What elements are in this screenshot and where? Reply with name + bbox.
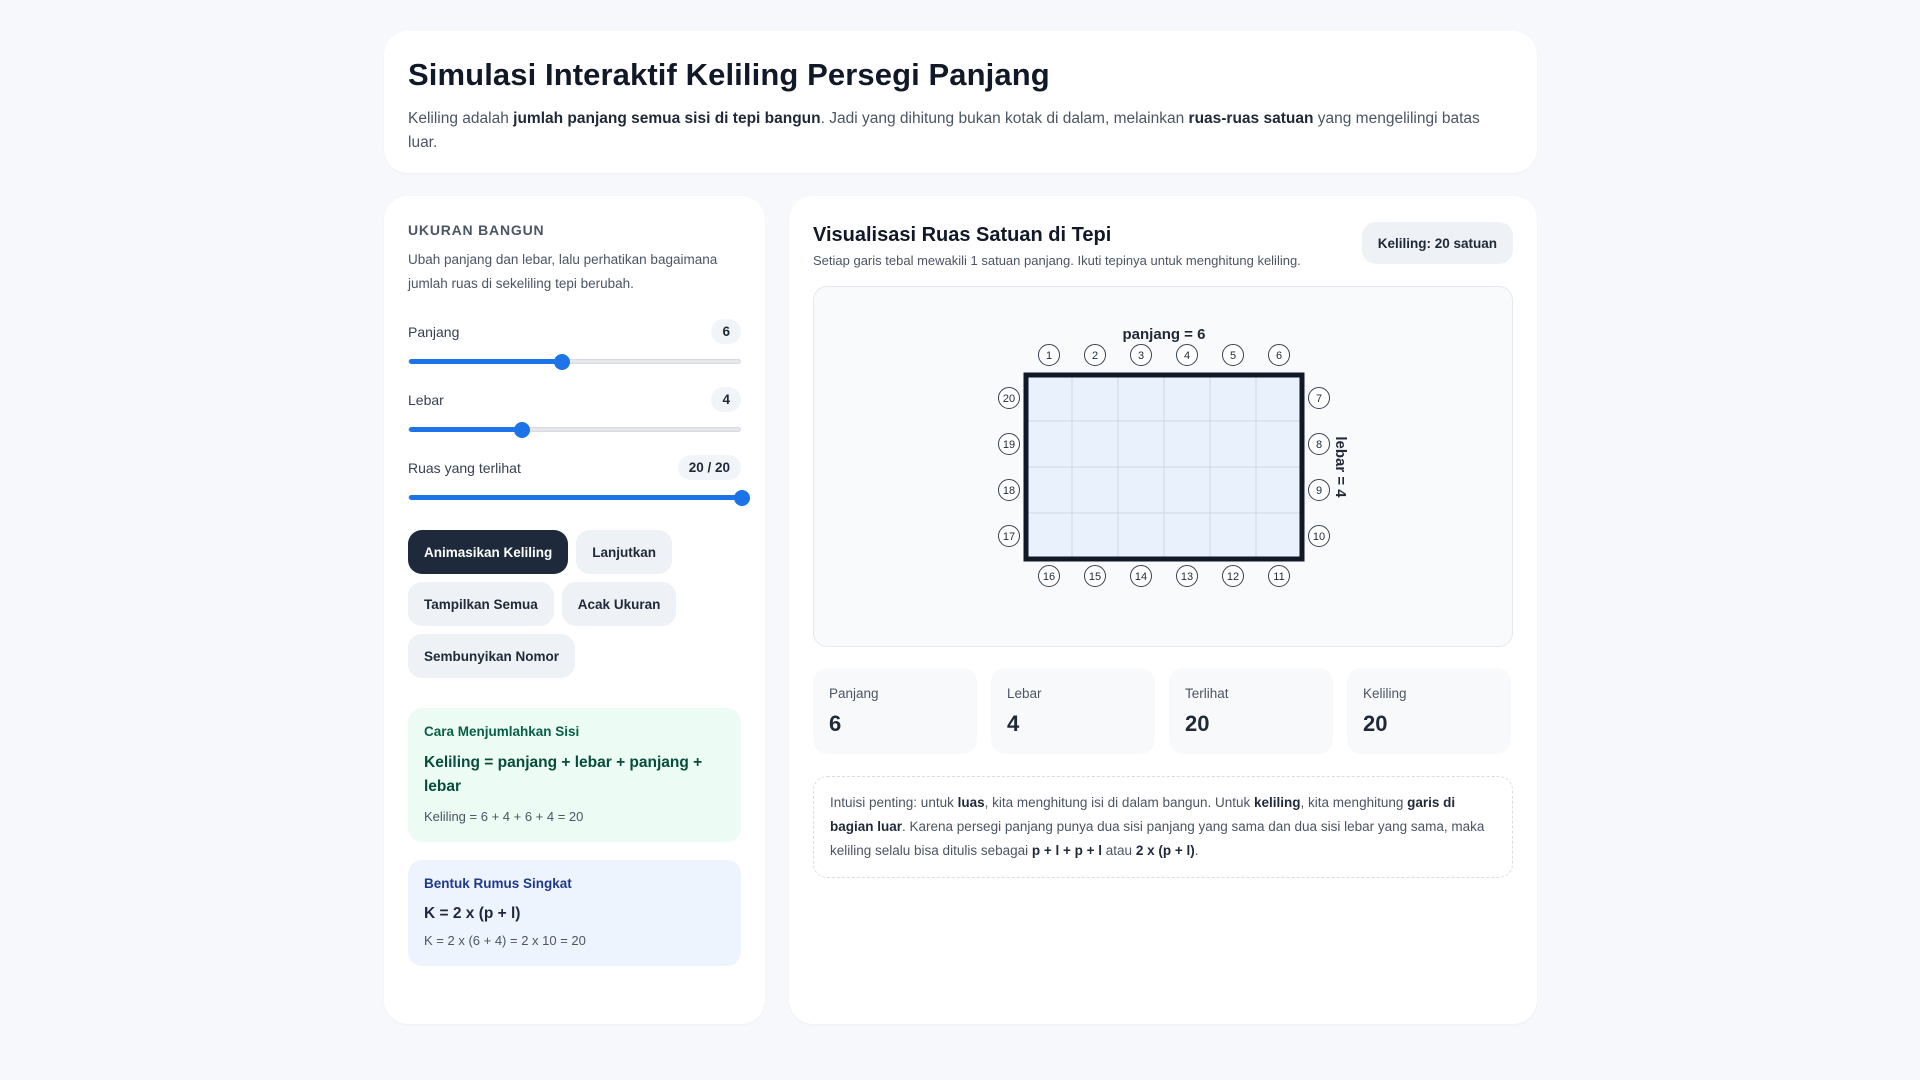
slider-panjang-value: 6	[711, 319, 741, 344]
segment-number: 16	[1043, 571, 1055, 583]
segment-number: 18	[1003, 485, 1015, 497]
slider-panjang: Panjang 6	[408, 318, 741, 370]
slider-lebar-fill	[409, 427, 523, 432]
stat-keliling: Keliling 20	[1347, 668, 1511, 754]
segment-number: 12	[1227, 571, 1239, 583]
slider-panjang-thumb[interactable]	[554, 354, 571, 370]
short-formula-calc: K = 2 x (6 + 4) = 2 x 10 = 20	[424, 933, 586, 948]
page-title: Simulasi Interaktif Keliling Persegi Pan…	[408, 57, 1050, 92]
segment-number: 20	[1003, 393, 1015, 405]
segment-number: 9	[1316, 485, 1322, 497]
segment-number: 3	[1138, 350, 1144, 362]
stat-terlihat: Terlihat 20	[1169, 668, 1333, 754]
segment-number: 17	[1003, 531, 1015, 543]
segment-number: 10	[1313, 531, 1325, 543]
slider-panjang-track[interactable]	[408, 354, 741, 370]
sum-sides-formula: Keliling = panjang + lebar + panjang + l…	[424, 754, 703, 795]
slider-ruas-fill	[409, 495, 742, 500]
slider-lebar-thumb[interactable]	[514, 422, 531, 438]
segment-number: 14	[1135, 571, 1147, 583]
segment-number: 6	[1276, 350, 1282, 362]
section-title: UKURAN BANGUN	[408, 222, 545, 238]
slider-ruas-track[interactable]	[408, 490, 750, 506]
slider-lebar-label: Lebar	[408, 391, 444, 408]
short-formula-box: Bentuk Rumus Singkat K = 2 x (p + l) K =…	[408, 860, 741, 966]
app-root: Simulasi Interaktif Keliling Persegi Pan…	[384, 31, 1537, 1024]
segment-number: 5	[1230, 350, 1236, 362]
animate-button[interactable]: Animasikan Keliling	[408, 530, 569, 574]
viz-subtitle: Setiap garis tebal mewakili 1 satuan pan…	[813, 253, 1301, 268]
random-size-button[interactable]: Acak Ukuran	[561, 582, 677, 626]
slider-lebar: Lebar 4	[408, 386, 741, 438]
section-description: Ubah panjang dan lebar, lalu perhatikan …	[408, 252, 718, 291]
slider-ruas-thumb[interactable]	[734, 490, 750, 506]
stat-panjang: Panjang 6	[813, 668, 977, 754]
rectangle-diagram: 1 2 3 4 5 67891011121314151617181920panjang =…	[998, 326, 1349, 587]
continue-button[interactable]: Lanjutkan	[576, 530, 673, 574]
content-row: UKURAN BANGUN Ubah panjang dan lebar, la…	[384, 196, 1537, 1024]
slider-lebar-value: 4	[711, 387, 741, 412]
segment-number: 7	[1316, 393, 1322, 405]
label-panjang: panjang = 6	[1123, 326, 1206, 343]
visualization-panel: Visualisasi Ruas Satuan di Tepi Setiap g…	[789, 196, 1537, 1024]
sum-sides-title: Cara Menjumlahkan Sisi	[424, 724, 580, 739]
perimeter-badge: Keliling: 20 satuan	[1361, 222, 1513, 264]
slider-panjang-fill	[409, 359, 563, 364]
header-card: Simulasi Interaktif Keliling Persegi Pan…	[384, 31, 1537, 173]
page-description: Keliling adalah jumlah panjang semua sis…	[408, 110, 1480, 151]
slider-ruas: Ruas yang terlihat 20 / 20	[408, 454, 750, 506]
stats-row: Panjang 6 Lebar 4 Terlihat 20 Keliling 2…	[813, 668, 1513, 754]
action-buttons: Animasikan Keliling Lanjutkan Tampilkan …	[408, 530, 748, 678]
segment-number: 2	[1092, 350, 1098, 362]
short-formula: K = 2 x (p + l)	[424, 905, 521, 922]
controls-panel: UKURAN BANGUN Ubah panjang dan lebar, la…	[384, 196, 765, 1024]
slider-lebar-track[interactable]	[408, 422, 741, 438]
slider-ruas-value: 20 / 20	[677, 455, 741, 480]
segment-number: 4	[1184, 350, 1190, 362]
slider-panjang-label: Panjang	[408, 323, 460, 340]
short-formula-title: Bentuk Rumus Singkat	[424, 876, 572, 891]
segment-number: 8	[1316, 439, 1322, 451]
show-all-button[interactable]: Tampilkan Semua	[408, 582, 554, 626]
segment-number: 13	[1181, 571, 1193, 583]
hide-numbers-button[interactable]: Sembunyikan Nomor	[408, 634, 576, 678]
segment-number: 11	[1273, 571, 1284, 583]
segment-number: 15	[1089, 571, 1101, 583]
stat-lebar: Lebar 4	[991, 668, 1155, 754]
segment-number: 1	[1046, 350, 1052, 362]
sum-sides-calc: Keliling = 6 + 4 + 6 + 4 = 20	[424, 809, 584, 824]
segment-number: 19	[1003, 439, 1015, 451]
slider-ruas-label: Ruas yang terlihat	[408, 459, 521, 476]
rectangle-canvas: 1 2 3 4 5 6 7 8 9 10 11 12 13 14 15 16 17 18 19 20 panjang =…	[813, 286, 1513, 647]
intuition-note: Intuisi penting: untuk luas, kita menghi…	[813, 776, 1513, 878]
viz-title: Visualisasi Ruas Satuan di Tepi	[813, 224, 1112, 246]
label-lebar: lebar = 4	[1332, 436, 1349, 498]
sum-sides-box: Cara Menjumlahkan Sisi Keliling = panjan…	[408, 708, 741, 842]
